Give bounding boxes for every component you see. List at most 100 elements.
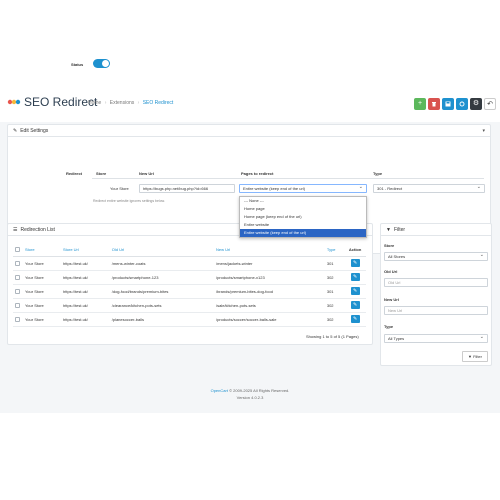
delete-button[interactable] [428, 98, 440, 110]
redirect-help-text: Redirect entire website ignores settings… [93, 199, 165, 203]
row-checkbox-cell[interactable] [13, 298, 22, 313]
refresh-button[interactable] [456, 98, 468, 110]
status-toggle[interactable] [93, 59, 110, 68]
save-button[interactable] [442, 98, 454, 110]
cell-new-url: /mens/jackets-winter [213, 256, 324, 271]
row-checkbox[interactable] [15, 302, 20, 308]
new-url-input[interactable]: https://bugs.php.net/bug.php?id=666 [139, 184, 235, 193]
filter-type-select[interactable]: All Types [384, 334, 488, 343]
cell-store-url: https://test.uk/ [60, 270, 109, 285]
select-all-cell[interactable] [13, 243, 22, 257]
gear-icon: ⚙ [472, 100, 480, 107]
edit-button[interactable]: ✎ [350, 301, 360, 309]
footer-version: Version 4.0.2.3 [236, 395, 264, 400]
pagination-text: Showing 1 to 5 of 5 (1 Pages) [306, 334, 359, 339]
breadcrumb-current[interactable]: SEO Redirect [143, 100, 174, 106]
floppy-icon [445, 101, 451, 107]
redirect-type-select[interactable]: 301 - Redirect [373, 184, 485, 193]
dropdown-option[interactable]: Home page [240, 205, 366, 213]
cell-new-url: /sale/kitchen-pots-sets [213, 298, 324, 313]
filter-store-select[interactable]: All Stores [384, 252, 488, 261]
cell-type: 302 [323, 312, 345, 327]
filter-title: Filter [393, 227, 406, 233]
col-action: Action [344, 243, 366, 257]
footer-copyright-line: OpenCart © 2009-2025 All Rights Reserved… [0, 388, 500, 393]
row-checkbox-cell[interactable] [13, 256, 22, 271]
chevron-down-icon[interactable]: ▾ [482, 125, 485, 137]
cell-store: Your Store [22, 298, 60, 313]
cell-store-url: https://test.uk/ [60, 312, 109, 327]
dropdown-option[interactable]: Entire website [240, 221, 366, 229]
col-pages-header: Pages to redirect [241, 171, 274, 176]
pages-dropdown-menu: --- None --- Home page Home page (keep e… [239, 196, 367, 238]
add-button[interactable]: + [414, 98, 426, 110]
edit-button[interactable]: ✎ [350, 287, 360, 295]
breadcrumb: Home › Extensions › SEO Redirect [88, 100, 173, 106]
redirection-list-title: Redirection List [20, 227, 55, 233]
edit-button[interactable]: ✎ [350, 315, 360, 323]
pencil-icon: ✎ [353, 316, 358, 322]
row-checkbox[interactable] [15, 274, 20, 280]
filter-new-url-input[interactable]: New Url [384, 306, 488, 315]
cell-old-url: /products/smartphone-123 [108, 270, 213, 285]
cell-action: ✎ [344, 270, 366, 285]
table-row: Your Store https://test.uk/ /clearance/k… [13, 298, 366, 313]
edit-button[interactable]: ✎ [350, 259, 360, 267]
filter-type-label: Type [384, 324, 394, 329]
breadcrumb-separator: › [137, 100, 140, 106]
pencil-icon: ✎ [353, 302, 358, 308]
cell-old-url: /mens-winter-coats [108, 256, 213, 271]
redirect-store-value: Your Store [110, 186, 129, 191]
cell-type: 302 [323, 298, 345, 313]
list-icon: ☰ [13, 227, 18, 233]
dropdown-option[interactable]: --- None --- [240, 197, 366, 205]
col-store[interactable]: Store [22, 243, 60, 257]
cell-store: Your Store [22, 256, 60, 271]
col-old-url[interactable]: Old Url [108, 243, 213, 257]
select-all-checkbox[interactable] [15, 246, 20, 252]
settings-button[interactable]: ⚙ [470, 98, 482, 110]
page-title: SEO Redirect [24, 95, 98, 109]
footer-copyright: © 2009-2025 All Rights Reserved. [229, 388, 290, 393]
dropdown-option-selected[interactable]: Entire website (keep end of the url) [240, 229, 366, 237]
funnel-icon: ▼ [468, 354, 472, 359]
filter-button[interactable]: ▼ Filter [462, 351, 488, 362]
table-row: Your Store https://test.uk/ /mens-winter… [13, 256, 366, 271]
table-header-row: Store Store Url Old Url New Url Type Act… [13, 243, 366, 257]
col-store-url[interactable]: Store Url [60, 243, 109, 257]
row-checkbox[interactable] [15, 288, 20, 294]
row-checkbox-cell[interactable] [13, 312, 22, 327]
row-checkbox[interactable] [15, 316, 20, 322]
col-store-header: Store [96, 171, 107, 176]
cell-type: 301 [323, 256, 345, 271]
page-header: SEO Redirect Home › Extensions › SEO Red… [0, 88, 500, 122]
cell-store-url: https://test.uk/ [60, 256, 109, 271]
cell-new-url: /brands/premium-bites-dog-food [213, 284, 324, 299]
filter-button-label: Filter [473, 354, 482, 359]
pencil-icon: ✎ [13, 128, 18, 134]
col-new-url[interactable]: New Url [213, 243, 324, 257]
filter-old-url-input[interactable]: Old Url [384, 278, 488, 287]
col-type-header: Type [373, 171, 383, 176]
toggle-knob [102, 60, 109, 67]
edit-button[interactable]: ✎ [350, 273, 360, 281]
breadcrumb-home[interactable]: Home [88, 100, 101, 106]
redirect-label: Redirect [66, 171, 83, 176]
filter-store-label: Store [384, 243, 395, 248]
redirection-table: Store Store Url Old Url New Url Type Act… [13, 243, 366, 327]
back-button[interactable]: ↶ [484, 98, 496, 110]
pages-to-redirect-select[interactable]: Entire website (keep end of the url) [239, 184, 367, 193]
col-type[interactable]: Type [323, 243, 345, 257]
reply-icon: ↶ [487, 101, 493, 108]
trash-icon [432, 102, 436, 107]
row-checkbox-cell[interactable] [13, 284, 22, 299]
row-checkbox-cell[interactable] [13, 270, 22, 285]
footer-brand-link[interactable]: OpenCart [211, 388, 228, 393]
breadcrumb-extensions[interactable]: Extensions [110, 100, 134, 106]
cell-store-url: https://test.uk/ [60, 298, 109, 313]
table-row: Your Store https://test.uk/ /planesoccer… [13, 312, 366, 327]
row-checkbox[interactable] [15, 260, 20, 266]
dropdown-option[interactable]: Home page (keep end of the url) [240, 213, 366, 221]
refresh-icon [459, 101, 465, 107]
cell-store: Your Store [22, 270, 60, 285]
